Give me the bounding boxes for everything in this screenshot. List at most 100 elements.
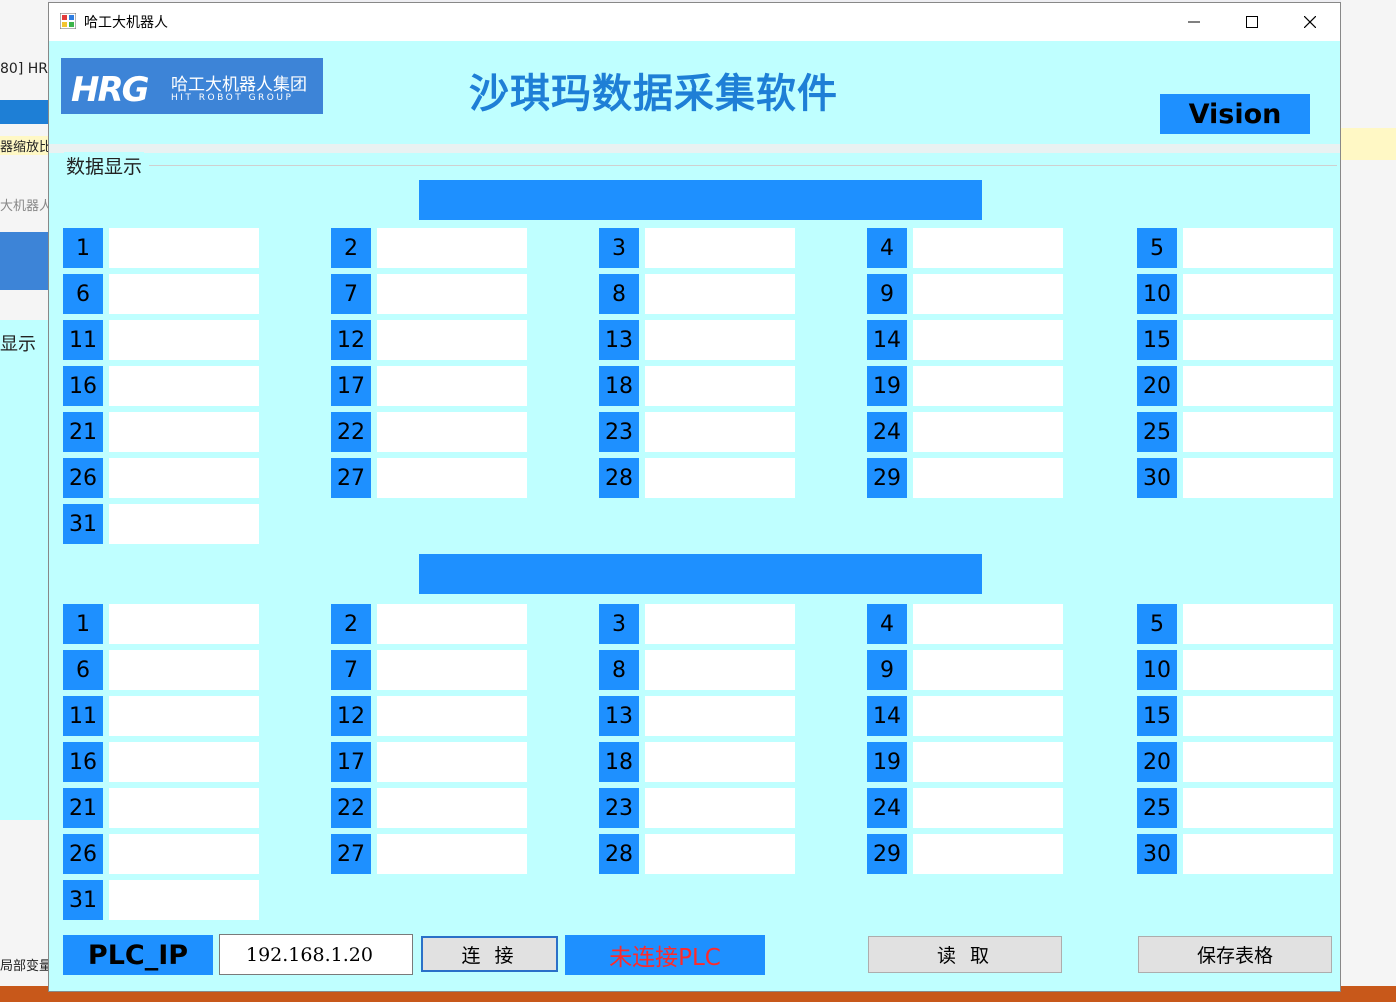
cell-value-field[interactable] <box>645 604 795 644</box>
cell-value-field[interactable] <box>109 788 259 828</box>
ide-left-panel: 80] HR 器缩放比 大机器人 显示 局部变量 <box>0 0 52 1002</box>
cell-value-field[interactable] <box>377 604 527 644</box>
cell-number-label: 1 <box>63 604 103 644</box>
cell-number-label: 26 <box>63 834 103 874</box>
cell-number-label: 23 <box>599 788 639 828</box>
cell-value-field[interactable] <box>1183 696 1333 736</box>
save-table-button[interactable]: 保存表格 <box>1138 936 1332 973</box>
cell-value-field[interactable] <box>377 412 527 452</box>
cell-value-field[interactable] <box>645 650 795 690</box>
cell-value-field[interactable] <box>645 788 795 828</box>
cell-value-field[interactable] <box>377 228 527 268</box>
cell-value-field[interactable] <box>645 366 795 406</box>
cell-value-field[interactable] <box>377 650 527 690</box>
cell-number-label: 4 <box>867 228 907 268</box>
cell-value-field[interactable] <box>109 834 259 874</box>
close-button[interactable] <box>1281 3 1339 41</box>
cell-value-field[interactable] <box>913 696 1063 736</box>
cell-value-field[interactable] <box>645 458 795 498</box>
cell-value-field[interactable] <box>645 696 795 736</box>
cell-value-field[interactable] <box>377 788 527 828</box>
cell-value-field[interactable] <box>109 650 259 690</box>
cell-value-field[interactable] <box>1183 412 1333 452</box>
cell-value-field[interactable] <box>645 834 795 874</box>
cell-value-field[interactable] <box>109 274 259 314</box>
cell-value-field[interactable] <box>913 788 1063 828</box>
cell-number-label: 6 <box>63 274 103 314</box>
app-window: 哈工大机器人 HRG 哈工大机器人集团 HIT ROBOT GROUP 沙琪玛数… <box>48 2 1341 992</box>
cell-number-label: 21 <box>63 788 103 828</box>
cell-value-field[interactable] <box>645 320 795 360</box>
cell-value-field[interactable] <box>1183 650 1333 690</box>
cell-value-field[interactable] <box>377 320 527 360</box>
cell-value-field[interactable] <box>109 228 259 268</box>
cell-number-label: 18 <box>599 366 639 406</box>
cell-value-field[interactable] <box>645 742 795 782</box>
cell-value-field[interactable] <box>913 834 1063 874</box>
cell-value-field[interactable] <box>1183 458 1333 498</box>
ide-logo-preview <box>0 232 48 290</box>
plc-ip-input[interactable] <box>219 934 413 975</box>
cell-value-field[interactable] <box>645 412 795 452</box>
cell-value-field[interactable] <box>1183 320 1333 360</box>
cell-value-field[interactable] <box>913 458 1063 498</box>
cell-number-label: 6 <box>63 650 103 690</box>
cell-value-field[interactable] <box>913 320 1063 360</box>
cell-value-field[interactable] <box>1183 834 1333 874</box>
minimize-button[interactable] <box>1165 3 1223 41</box>
cell-value-field[interactable] <box>109 366 259 406</box>
cell-number-label: 22 <box>331 412 371 452</box>
cell-number-label: 28 <box>599 458 639 498</box>
connect-button[interactable]: 连 接 <box>421 936 558 972</box>
cell-number-label: 9 <box>867 274 907 314</box>
cell-value-field[interactable] <box>109 458 259 498</box>
cell-value-field[interactable] <box>913 650 1063 690</box>
cell-number-label: 27 <box>331 834 371 874</box>
cell-value-field[interactable] <box>109 604 259 644</box>
cell-value-field[interactable] <box>377 834 527 874</box>
cell-value-field[interactable] <box>377 742 527 782</box>
ide-right-panel <box>1341 0 1396 1002</box>
cell-value-field[interactable] <box>1183 604 1333 644</box>
cell-value-field[interactable] <box>109 504 259 544</box>
cell-value-field[interactable] <box>1183 228 1333 268</box>
cell-value-field[interactable] <box>913 742 1063 782</box>
maximize-button[interactable] <box>1223 3 1281 41</box>
cell-value-field[interactable] <box>377 274 527 314</box>
cell-number-label: 24 <box>867 412 907 452</box>
cell-number-label: 22 <box>331 788 371 828</box>
cell-number-label: 16 <box>63 742 103 782</box>
cell-value-field[interactable] <box>913 412 1063 452</box>
group-border <box>149 165 1337 166</box>
cell-value-field[interactable] <box>109 412 259 452</box>
vision-button[interactable]: Vision <box>1160 94 1310 134</box>
cell-value-field[interactable] <box>1183 366 1333 406</box>
cell-number-label: 25 <box>1137 788 1177 828</box>
app-title: 沙琪玛数据采集软件 <box>469 71 838 117</box>
close-icon <box>1304 16 1316 28</box>
plc-status-label: 未连接PLC <box>565 935 765 975</box>
cell-value-field[interactable] <box>645 274 795 314</box>
cell-value-field[interactable] <box>645 228 795 268</box>
cell-value-field[interactable] <box>1183 274 1333 314</box>
minimize-icon <box>1188 21 1200 23</box>
cell-value-field[interactable] <box>1183 788 1333 828</box>
read-button[interactable]: 读 取 <box>868 936 1062 973</box>
ide-notice-bar <box>1341 128 1396 160</box>
cell-value-field[interactable] <box>913 274 1063 314</box>
title-bar[interactable]: 哈工大机器人 <box>49 3 1340 41</box>
cell-value-field[interactable] <box>377 696 527 736</box>
cell-value-field[interactable] <box>109 742 259 782</box>
cell-value-field[interactable] <box>109 696 259 736</box>
cell-number-label: 2 <box>331 228 371 268</box>
cell-value-field[interactable] <box>1183 742 1333 782</box>
cell-value-field[interactable] <box>913 604 1063 644</box>
cell-value-field[interactable] <box>377 366 527 406</box>
cell-value-field[interactable] <box>913 366 1063 406</box>
logo-mark: HRG <box>71 70 150 110</box>
cell-number-label: 19 <box>867 366 907 406</box>
cell-value-field[interactable] <box>913 228 1063 268</box>
cell-value-field[interactable] <box>377 458 527 498</box>
cell-value-field[interactable] <box>109 320 259 360</box>
cell-value-field[interactable] <box>109 880 259 920</box>
